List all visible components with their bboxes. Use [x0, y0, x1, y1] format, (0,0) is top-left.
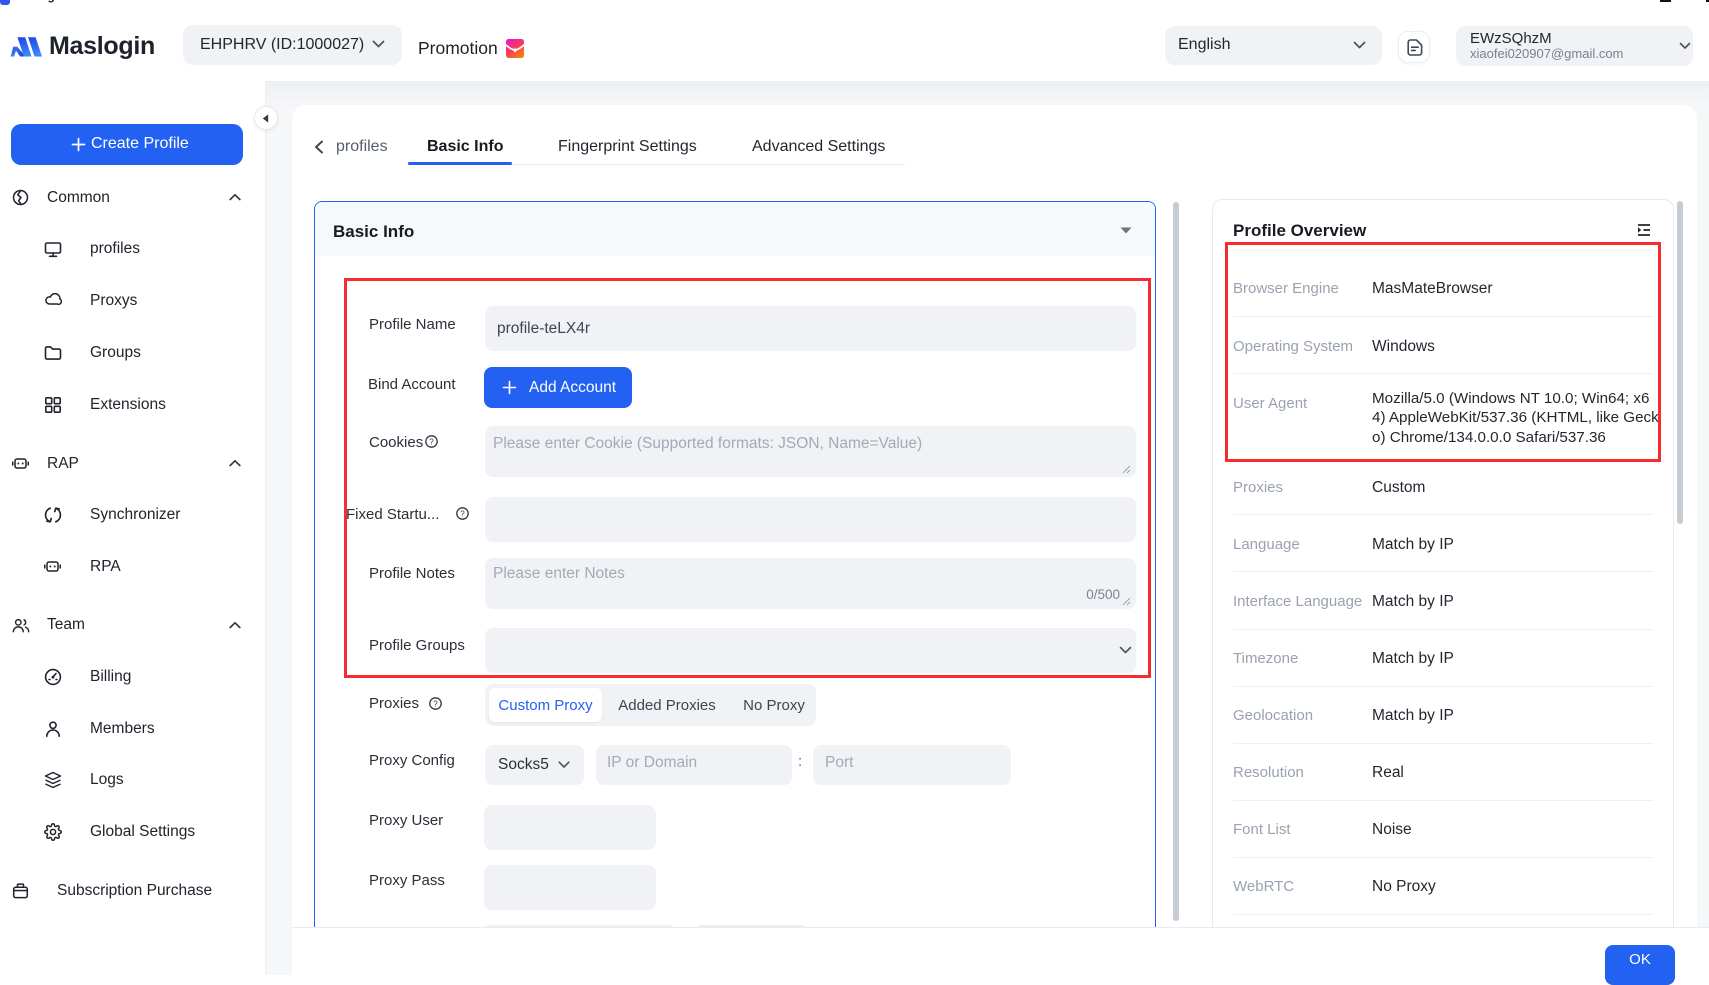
svg-text:?: ?: [433, 699, 438, 708]
